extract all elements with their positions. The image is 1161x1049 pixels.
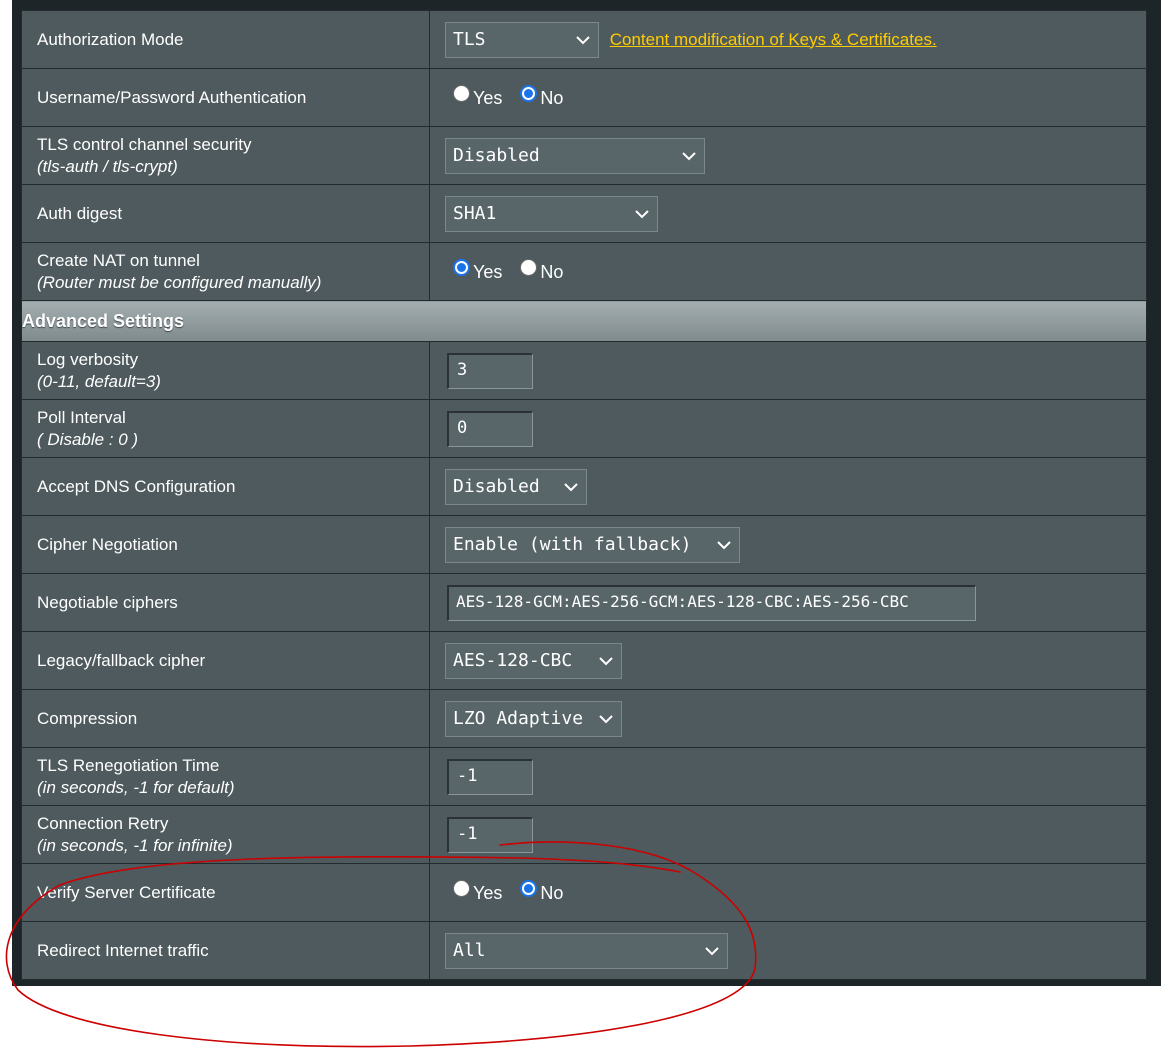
section-title: Advanced Settings xyxy=(21,300,1147,342)
row-connection-retry: Connection Retry (in seconds, -1 for infi… xyxy=(21,805,1147,864)
radio-yes[interactable] xyxy=(453,84,470,102)
row-label: Connection Retry (in seconds, -1 for infi… xyxy=(21,805,430,864)
row-value: Enable (with fallback) xyxy=(429,515,1147,574)
row-sublabel: (in seconds, -1 for infinite) xyxy=(37,835,233,855)
row-legacy-cipher: Legacy/fallback cipher AES-128-CBC xyxy=(21,631,1147,690)
radio-no-label: No xyxy=(540,87,564,108)
radio-yes[interactable] xyxy=(453,879,470,897)
row-label: Poll Interval( Disable : 0 ) xyxy=(21,399,430,458)
row-label: Legacy/fallback cipher xyxy=(21,631,430,690)
row-create-nat: Create NAT on tunnel (Router must be conf… xyxy=(21,242,1147,301)
radio-no-label: No xyxy=(540,261,564,282)
row-label: Create NAT on tunnel (Router must be conf… xyxy=(21,242,430,301)
row-poll-interval: Poll Interval( Disable : 0 ) 0 xyxy=(21,399,1147,458)
chevron-down-icon xyxy=(599,714,613,723)
row-sublabel: (tls-auth / tls-crypt) xyxy=(37,156,178,176)
create-nat-radio-group: Yes No xyxy=(445,258,567,282)
auth-digest-select[interactable]: SHA1 xyxy=(445,195,658,232)
chevron-down-icon xyxy=(717,540,731,549)
row-tls-renegotiation: TLS Renegotiation Time (in seconds, -1 fo… xyxy=(21,747,1147,806)
row-accept-dns: Accept DNS Configuration Disabled xyxy=(21,457,1147,516)
row-label: TLS control channel security (tls-auth / … xyxy=(21,126,430,185)
redirect-internet-traffic-select[interactable]: All xyxy=(445,932,728,969)
chevron-down-icon xyxy=(682,151,696,160)
row-verify-server-cert: Verify Server Certificate Yes No xyxy=(21,863,1147,922)
row-label: Accept DNS Configuration xyxy=(21,457,430,516)
cipher-negotiation-select[interactable]: Enable (with fallback) xyxy=(445,526,740,563)
connection-retry-input[interactable]: -1 xyxy=(447,816,533,853)
radio-no[interactable] xyxy=(520,84,538,102)
row-label: Cipher Negotiation xyxy=(21,515,430,574)
row-redirect-internet-traffic: Redirect Internet traffic All xyxy=(21,921,1147,980)
row-label: Authorization Mode xyxy=(21,10,430,69)
row-value: AES-128-GCM:AES-256-GCM:AES-128-CBC:AES-… xyxy=(429,573,1147,632)
radio-yes-label: Yes xyxy=(473,261,503,282)
verify-server-cert-radio-group: Yes No xyxy=(445,879,567,903)
row-authorization-mode: Authorization Mode TLS Content modificat… xyxy=(21,10,1147,69)
radio-no[interactable] xyxy=(520,258,538,276)
negotiable-ciphers-input[interactable]: AES-128-GCM:AES-256-GCM:AES-128-CBC:AES-… xyxy=(447,584,976,621)
radio-no-label: No xyxy=(540,882,564,903)
log-verbosity-input[interactable]: 3 xyxy=(447,352,533,389)
compression-select[interactable]: LZO Adaptive xyxy=(445,700,622,737)
row-sublabel: (in seconds, -1 for default) xyxy=(37,777,235,797)
row-label: Redirect Internet traffic xyxy=(21,921,430,980)
row-value: All xyxy=(429,921,1147,980)
row-sublabel: ( Disable : 0 ) xyxy=(37,429,139,449)
chevron-down-icon xyxy=(599,656,613,665)
row-label: Negotiable ciphers xyxy=(21,573,430,632)
row-tls-control-channel: TLS control channel security (tls-auth / … xyxy=(21,126,1147,185)
row-value: -1 xyxy=(429,747,1147,806)
row-label: Log verbosity (0-11, default=3) xyxy=(21,341,430,400)
authorization-mode-select[interactable]: TLS xyxy=(445,21,599,58)
row-value: Yes No xyxy=(429,242,1147,301)
tls-renegotiation-input[interactable]: -1 xyxy=(447,758,533,795)
row-compression: Compression LZO Adaptive xyxy=(21,689,1147,748)
row-value: LZO Adaptive xyxy=(429,689,1147,748)
row-value: SHA1 xyxy=(429,184,1147,243)
poll-interval-input[interactable]: 0 xyxy=(447,410,533,447)
row-sublabel: (0-11, default=3) xyxy=(37,371,161,391)
chevron-down-icon xyxy=(576,35,590,44)
row-value: TLS Content modification of Keys & Certi… xyxy=(429,10,1147,69)
legacy-cipher-select[interactable]: AES-128-CBC xyxy=(445,642,622,679)
row-auth-digest: Auth digest SHA1 xyxy=(21,184,1147,243)
radio-yes[interactable] xyxy=(453,258,470,276)
row-label: Username/Password Authentication xyxy=(21,68,430,127)
row-label: TLS Renegotiation Time (in seconds, -1 fo… xyxy=(21,747,430,806)
row-value: AES-128-CBC xyxy=(429,631,1147,690)
chevron-down-icon xyxy=(705,946,719,955)
radio-no[interactable] xyxy=(520,879,538,897)
row-sublabel: (Router must be configured manually) xyxy=(37,272,322,292)
row-value: 3 xyxy=(429,341,1147,400)
row-label: Verify Server Certificate xyxy=(21,863,430,922)
row-label: Compression xyxy=(21,689,430,748)
row-value: Yes No xyxy=(429,68,1147,127)
keys-certificates-link[interactable]: Content modification of Keys & Certifica… xyxy=(610,30,937,49)
chevron-down-icon xyxy=(564,482,578,491)
row-log-verbosity: Log verbosity (0-11, default=3) 3 xyxy=(21,341,1147,400)
row-negotiable-ciphers: Negotiable ciphers AES-128-GCM:AES-256-G… xyxy=(21,573,1147,632)
row-username-password-auth: Username/Password Authentication Yes No xyxy=(21,68,1147,127)
accept-dns-select[interactable]: Disabled xyxy=(445,468,587,505)
username-password-auth-radio-group: Yes No xyxy=(445,84,567,108)
row-value: Disabled xyxy=(429,126,1147,185)
section-advanced-settings: Advanced Settings xyxy=(21,300,1147,342)
vpn-client-settings-table: Authorization Mode TLS Content modificat… xyxy=(21,10,1147,980)
radio-yes-label: Yes xyxy=(473,87,503,108)
row-value: Disabled xyxy=(429,457,1147,516)
row-value: Yes No xyxy=(429,863,1147,922)
chevron-down-icon xyxy=(635,209,649,218)
row-cipher-negotiation: Cipher Negotiation Enable (with fallback… xyxy=(21,515,1147,574)
row-value: -1 xyxy=(429,805,1147,864)
row-value: 0 xyxy=(429,399,1147,458)
row-label: Auth digest xyxy=(21,184,430,243)
tls-control-channel-select[interactable]: Disabled xyxy=(445,137,705,174)
radio-yes-label: Yes xyxy=(473,882,503,903)
